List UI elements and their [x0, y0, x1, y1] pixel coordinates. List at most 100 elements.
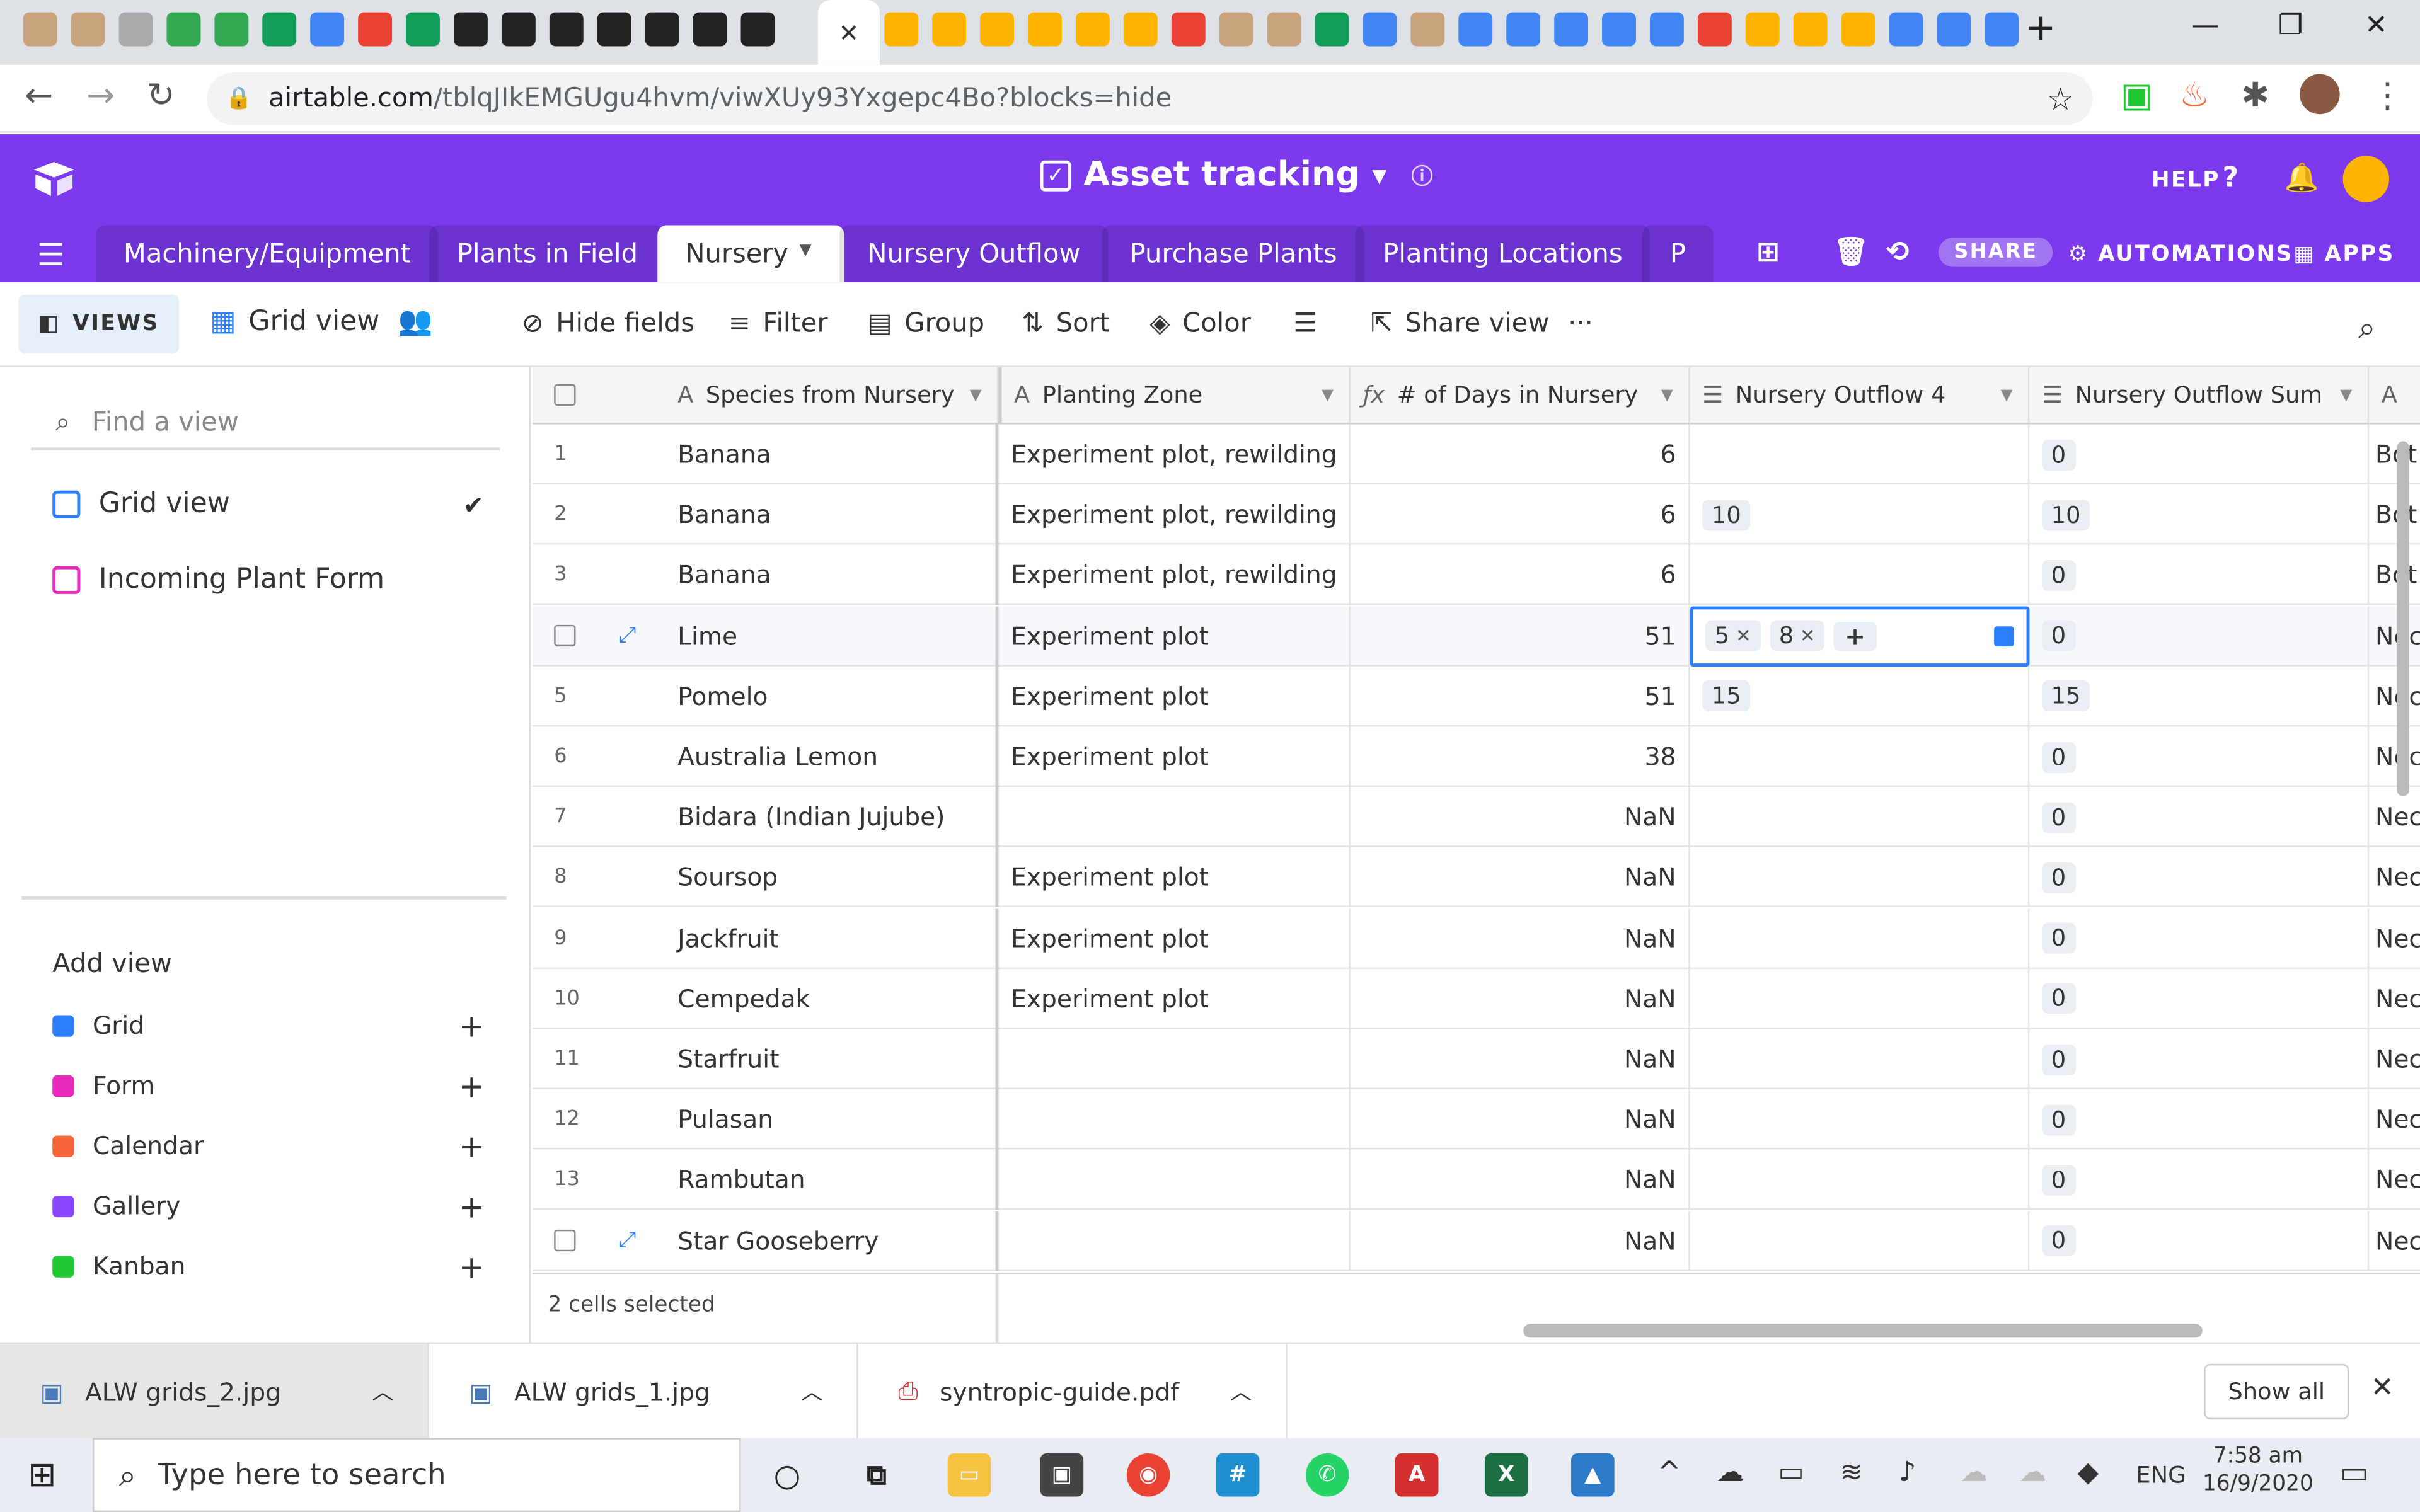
species-cell[interactable]: Banana [666, 424, 999, 484]
table-row[interactable]: ⤢LimeExperiment plot515✕8✕+0Nec [532, 605, 2420, 666]
puzzle-icon[interactable]: ✱ [2241, 77, 2269, 115]
find-view-input[interactable]: ⌕ Find a view [30, 398, 500, 451]
next-column-cell[interactable]: Nec [2369, 908, 2420, 968]
slack-icon[interactable]: # [1216, 1453, 1260, 1497]
column-header-days[interactable]: ƒx # of Days in Nursery ▼ [1350, 367, 1690, 425]
zone-cell[interactable] [999, 1210, 1351, 1271]
days-cell[interactable]: 6 [1351, 484, 1690, 545]
next-column-cell[interactable]: Bot [2369, 484, 2420, 545]
language-indicator[interactable]: ENG [2136, 1461, 2186, 1489]
color-button[interactable]: ◈ Color [1150, 309, 1251, 340]
next-column-cell[interactable]: Nec [2369, 666, 2420, 726]
base-title[interactable]: ✓ Asset tracking ▼ ⓘ [1040, 156, 1433, 195]
outflow-sum-cell[interactable]: 0 [2029, 908, 2370, 968]
expand-record-icon[interactable]: ⤢ [619, 624, 636, 648]
favicon-tab-7[interactable] [358, 12, 393, 47]
volume-icon[interactable]: ♪ [1898, 1457, 1916, 1489]
zone-cell[interactable] [999, 1029, 1351, 1089]
next-column-cell[interactable]: Nec [2369, 1029, 2420, 1089]
next-column-cell[interactable]: Nec [2369, 726, 2420, 787]
help-link[interactable]: HELP [2152, 168, 2220, 193]
next-column-cell[interactable]: Nec [2369, 847, 2420, 908]
species-cell[interactable]: Pulasan [666, 1089, 999, 1150]
chrome-menu-icon[interactable]: ⋮ [2371, 77, 2405, 115]
species-cell[interactable]: Star Gooseberry [666, 1210, 999, 1271]
search-icon[interactable]: ⌕ [2358, 309, 2375, 346]
row-number-cell[interactable]: 11 [533, 1029, 666, 1089]
row-checkbox[interactable] [554, 1230, 576, 1252]
next-column-cell[interactable]: Bot [2369, 545, 2420, 605]
favicon-tab-r7[interactable] [1219, 12, 1253, 47]
table-row[interactable]: 7 Bidara (Indian Jujube) NaN 0 Nec [532, 787, 2420, 847]
linked-record-pill[interactable]: 15 [1702, 680, 1751, 712]
zone-cell[interactable]: Experiment plot, rewilding [999, 545, 1351, 605]
apps-button[interactable]: ▦ APPS [2293, 242, 2395, 266]
row-checkbox[interactable] [554, 625, 576, 647]
outflow-cell[interactable] [1690, 1089, 2030, 1150]
battery-icon[interactable]: ▭ [1778, 1457, 1804, 1489]
store-icon[interactable]: ▣ [1040, 1453, 1084, 1497]
photos-icon[interactable]: ▲ [1571, 1453, 1615, 1497]
favicon-tab-r8[interactable] [1267, 12, 1301, 47]
days-cell[interactable]: 6 [1351, 545, 1690, 605]
row-number-cell[interactable]: 6 [533, 726, 666, 787]
plus-icon[interactable]: + [459, 1007, 485, 1044]
bookmark-star-icon[interactable]: ☆ [2047, 80, 2075, 117]
minimize-icon[interactable]: — [2192, 9, 2220, 42]
favicon-tab-4[interactable] [214, 12, 249, 47]
row-number-cell[interactable]: 1 [533, 424, 666, 484]
next-column-cell[interactable]: Nec [2369, 605, 2420, 666]
remove-icon[interactable]: ✕ [1736, 625, 1751, 646]
column-header-outflow-sum[interactable]: ☰ Nursery Outflow Sum ▼ [2029, 367, 2370, 425]
next-column-cell[interactable]: Nec [2369, 1089, 2420, 1150]
zone-cell[interactable]: Experiment plot [999, 847, 1351, 908]
days-cell[interactable]: NaN [1351, 1029, 1690, 1089]
favicon-tab-r10[interactable] [1363, 12, 1397, 47]
favicon-tab-11[interactable] [549, 12, 584, 47]
onedrive-icon[interactable]: ☁ [1716, 1457, 1744, 1489]
favicon-tab-6[interactable] [310, 12, 345, 47]
favicon-tab-r6[interactable] [1171, 12, 1206, 47]
favicon-tab-r17[interactable] [1697, 12, 1732, 47]
add-link-icon[interactable]: + [1833, 621, 1877, 651]
hide-fields-button[interactable]: ⊘ Hide fields [522, 309, 694, 340]
row-number-cell[interactable]: 7 [533, 787, 666, 847]
chevron-up-icon[interactable]: ︿ [372, 1377, 393, 1407]
favicon-tab-1[interactable] [71, 12, 105, 47]
favicon-tab-8[interactable] [406, 12, 440, 47]
download-item[interactable]: ▣ ALW grids_2.jpg ︿ [0, 1344, 429, 1440]
cortana-icon[interactable]: ○ [766, 1453, 809, 1497]
favicon-tab-r1[interactable] [932, 12, 967, 47]
hamburger-icon[interactable]: ☰ [37, 236, 65, 273]
linked-record-pill[interactable]: 5 ✕ [1705, 620, 1761, 651]
next-column-cell[interactable]: Nec [2369, 787, 2420, 847]
chrome-icon[interactable]: ◉ [1126, 1453, 1170, 1497]
zone-cell[interactable]: Experiment plot, rewilding [999, 424, 1351, 484]
close-download-bar-icon[interactable]: ✕ [2371, 1372, 2394, 1404]
zone-cell[interactable]: Experiment plot [999, 666, 1351, 726]
outflow-cell[interactable] [1690, 1029, 2030, 1089]
table-row[interactable]: 1 Banana Experiment plot, rewilding 6 0 Bot [532, 424, 2420, 484]
chevron-down-icon[interactable]: ▼ [1322, 386, 1334, 403]
row-number-cell[interactable]: 12 [533, 1089, 666, 1150]
plus-icon[interactable]: + [459, 1127, 485, 1164]
zone-cell[interactable]: Experiment plot [999, 908, 1351, 968]
species-cell[interactable]: Starfruit [666, 1029, 999, 1089]
species-cell[interactable]: Lime [666, 605, 999, 666]
outflow-sum-cell[interactable]: 0 [2029, 1210, 2370, 1271]
windows-start-icon[interactable]: ⊞ [28, 1457, 56, 1495]
linked-record-pill[interactable]: 10 [1702, 499, 1751, 530]
chevron-up-icon[interactable]: ︿ [1230, 1377, 1252, 1407]
forward-icon[interactable]: → [86, 77, 115, 115]
bell-icon[interactable]: 🔔 [2285, 162, 2320, 194]
notifications-icon[interactable]: ▭ [2340, 1453, 2369, 1491]
outflow-sum-cell[interactable]: 0 [2029, 605, 2370, 666]
column-header-zone[interactable]: A Planting Zone ▼ [998, 367, 1351, 425]
days-cell[interactable]: NaN [1351, 1150, 1690, 1210]
row-number-cell[interactable]: 10 [533, 968, 666, 1029]
zone-cell[interactable] [999, 787, 1351, 847]
tab-p[interactable]: P [1642, 225, 1714, 283]
taskbar-search-input[interactable]: ⌕ Type here to search [92, 1438, 741, 1512]
info-icon[interactable]: ⓘ [1411, 159, 1432, 190]
filter-button[interactable]: ≡ Filter [729, 309, 828, 340]
